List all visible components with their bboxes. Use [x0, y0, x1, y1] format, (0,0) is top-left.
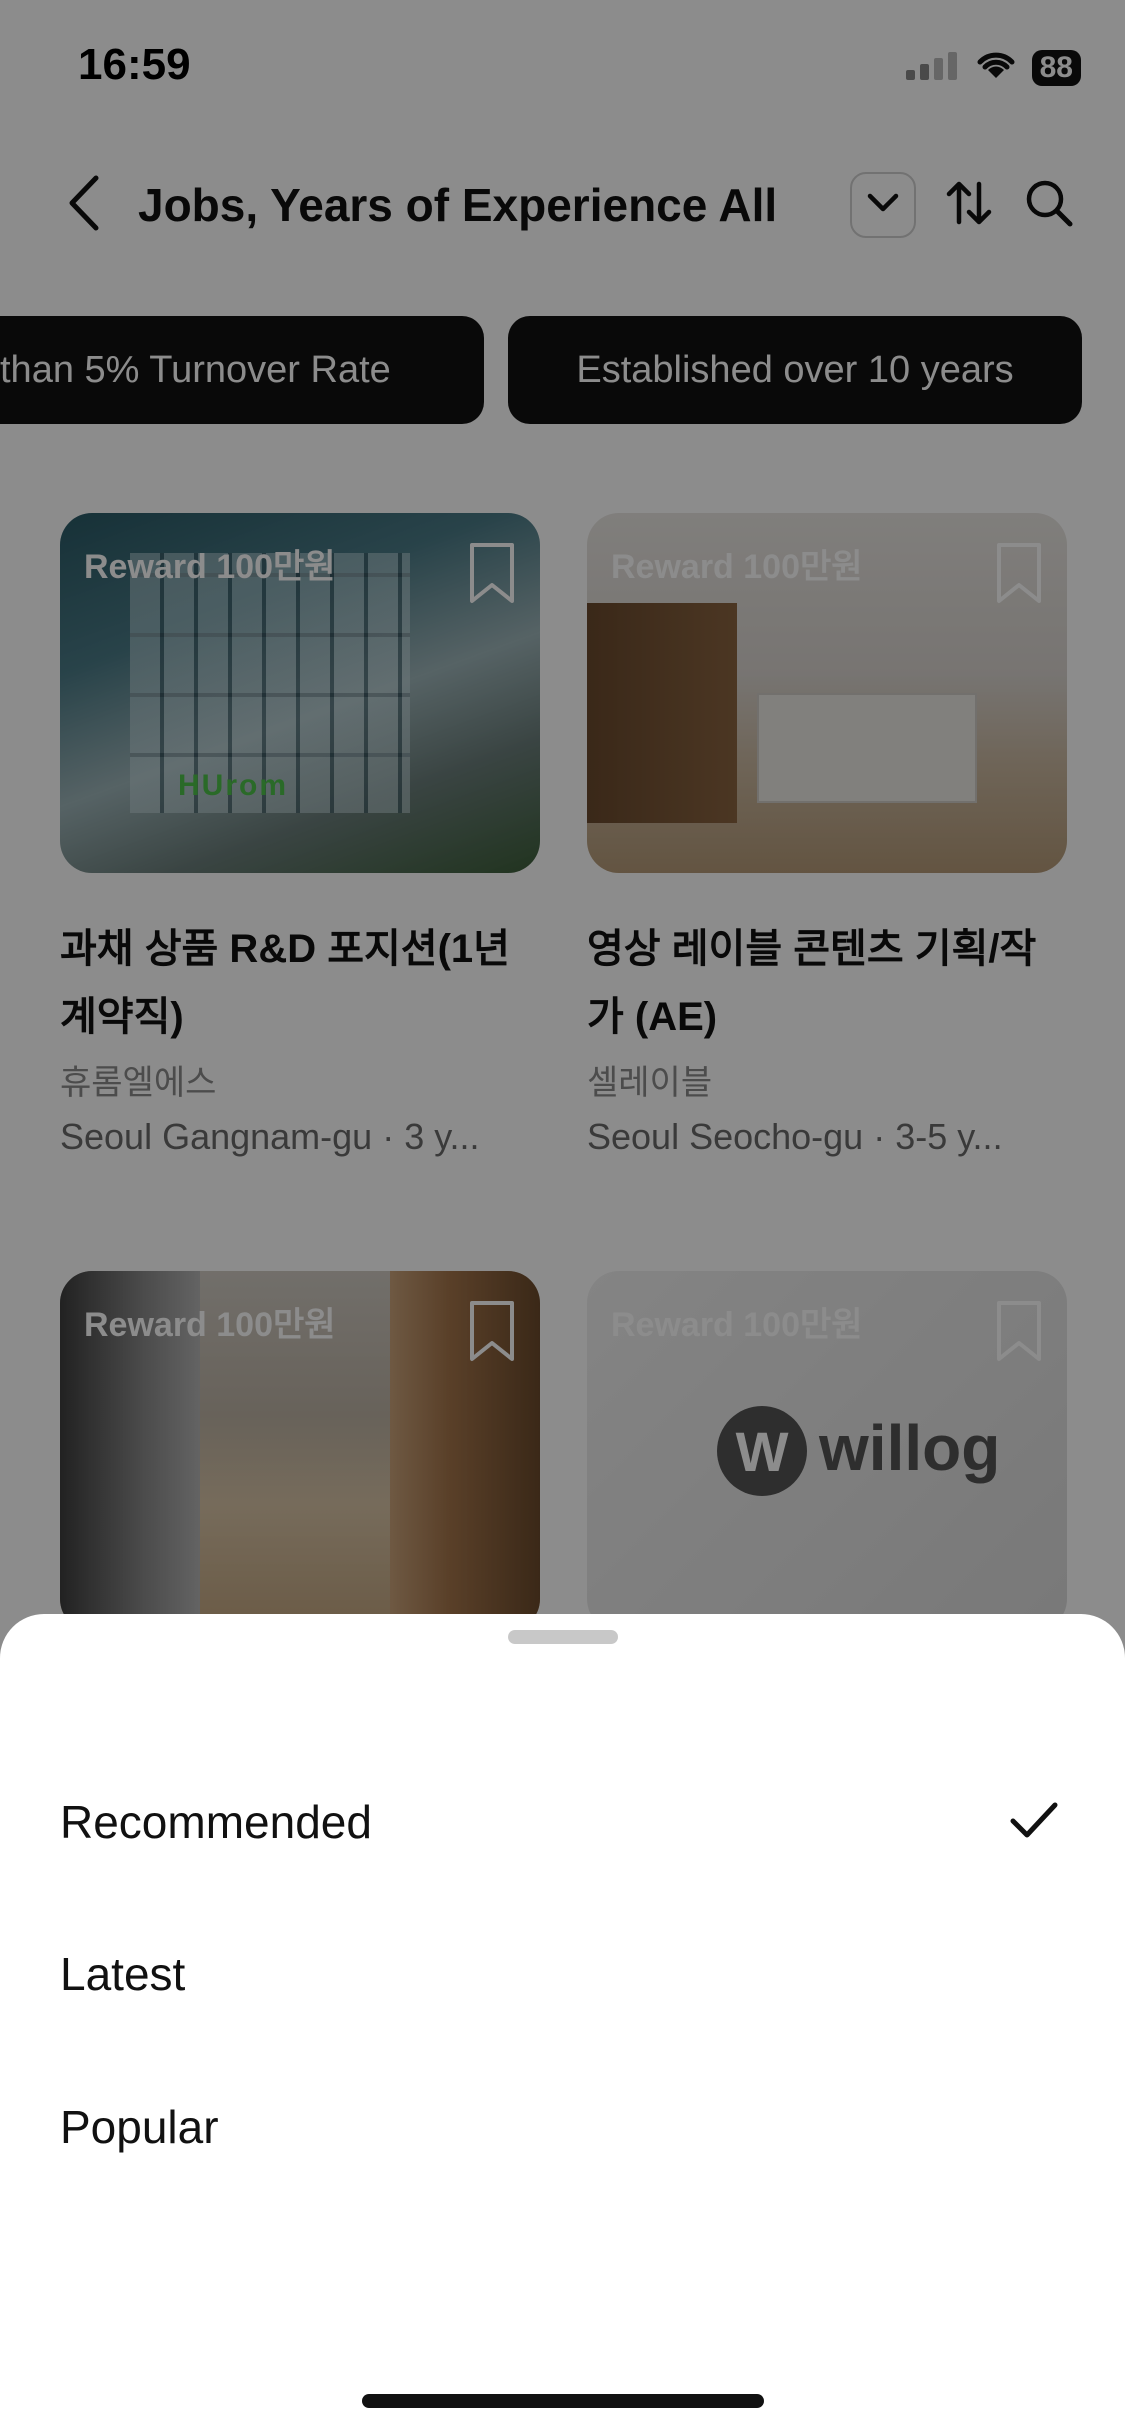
- home-indicator: [362, 2394, 764, 2408]
- sort-option-label: Popular: [60, 2101, 219, 2153]
- sort-option-popular[interactable]: Popular: [0, 2067, 1125, 2187]
- sort-option-recommended[interactable]: Recommended: [0, 1762, 1125, 1882]
- sort-option-label: Recommended: [60, 1796, 372, 1848]
- sort-option-latest[interactable]: Latest: [0, 1914, 1125, 2034]
- sort-option-label: Latest: [60, 1948, 186, 2000]
- sheet-drag-handle[interactable]: [508, 1630, 618, 1644]
- sort-bottom-sheet: Recommended Latest Popular: [0, 1614, 1125, 2436]
- check-icon: [1009, 1798, 1059, 1852]
